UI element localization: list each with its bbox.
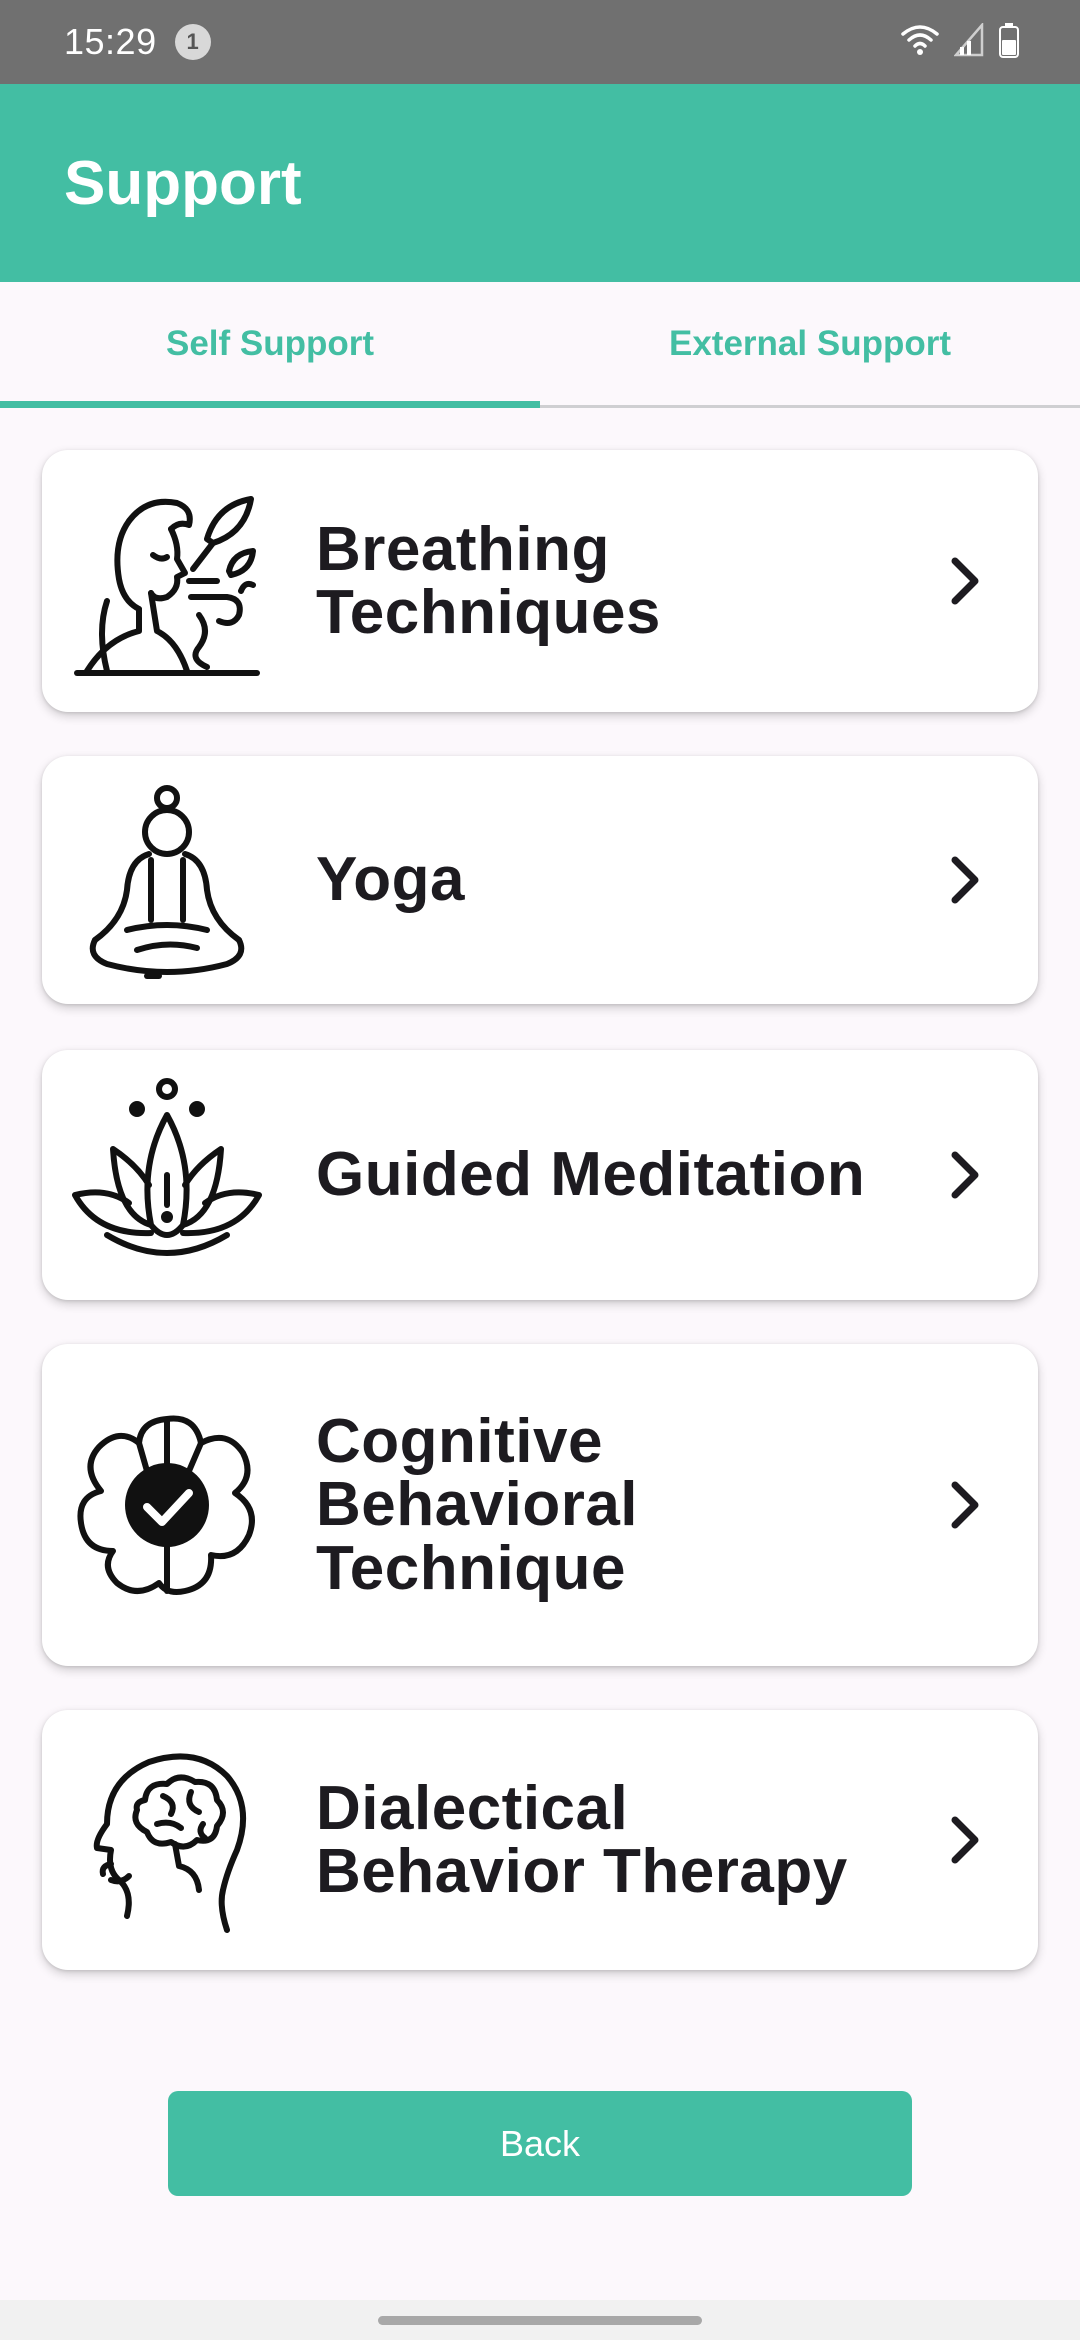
breathing-icon bbox=[62, 476, 272, 686]
yoga-card[interactable]: Yoga bbox=[42, 756, 1038, 1004]
tab-bar: Self Support External Support bbox=[0, 282, 1080, 408]
cognitive-behavioral-technique-card[interactable]: Cognitive Behavioral Technique bbox=[42, 1344, 1038, 1666]
tab-self-support[interactable]: Self Support bbox=[0, 282, 540, 408]
chevron-right-icon bbox=[940, 1145, 990, 1205]
home-indicator[interactable] bbox=[378, 2316, 702, 2325]
card-label: Yoga bbox=[316, 845, 465, 915]
notification-count-badge: 1 bbox=[174, 24, 211, 60]
breathing-techniques-card[interactable]: Breathing Techniques bbox=[42, 450, 1038, 712]
status-time: 15:29 bbox=[64, 21, 157, 62]
brain-head-icon bbox=[62, 1735, 272, 1945]
chevron-right-icon bbox=[940, 1810, 990, 1870]
back-button[interactable]: Back bbox=[168, 2091, 912, 2196]
dialectical-behavior-therapy-card[interactable]: Dialectical Behavior Therapy bbox=[42, 1710, 1038, 1970]
flower-check-icon bbox=[62, 1400, 272, 1610]
status-icons bbox=[900, 21, 1020, 63]
status-bar: 15:29 1 bbox=[0, 0, 1080, 84]
chevron-right-icon bbox=[940, 551, 990, 611]
status-left: 15:29 1 bbox=[64, 21, 211, 63]
card-label: Guided Meditation bbox=[316, 1140, 866, 1210]
chevron-right-icon bbox=[940, 850, 990, 910]
card-label: Cognitive Behavioral Technique bbox=[316, 1407, 639, 1603]
tab-external-support[interactable]: External Support bbox=[540, 282, 1080, 405]
yoga-icon bbox=[62, 775, 272, 985]
system-nav-bar bbox=[0, 2300, 1080, 2340]
wifi-icon bbox=[900, 22, 940, 63]
chevron-right-icon bbox=[940, 1475, 990, 1535]
lotus-icon bbox=[62, 1070, 272, 1280]
app-bar: Support bbox=[0, 84, 1080, 282]
page-title: Support bbox=[64, 148, 302, 218]
card-label: Breathing Techniques bbox=[316, 514, 661, 647]
card-label: Dialectical Behavior Therapy bbox=[316, 1773, 848, 1906]
guided-meditation-card[interactable]: Guided Meditation bbox=[42, 1050, 1038, 1300]
battery-icon bbox=[998, 22, 1020, 63]
signal-icon bbox=[953, 21, 984, 62]
